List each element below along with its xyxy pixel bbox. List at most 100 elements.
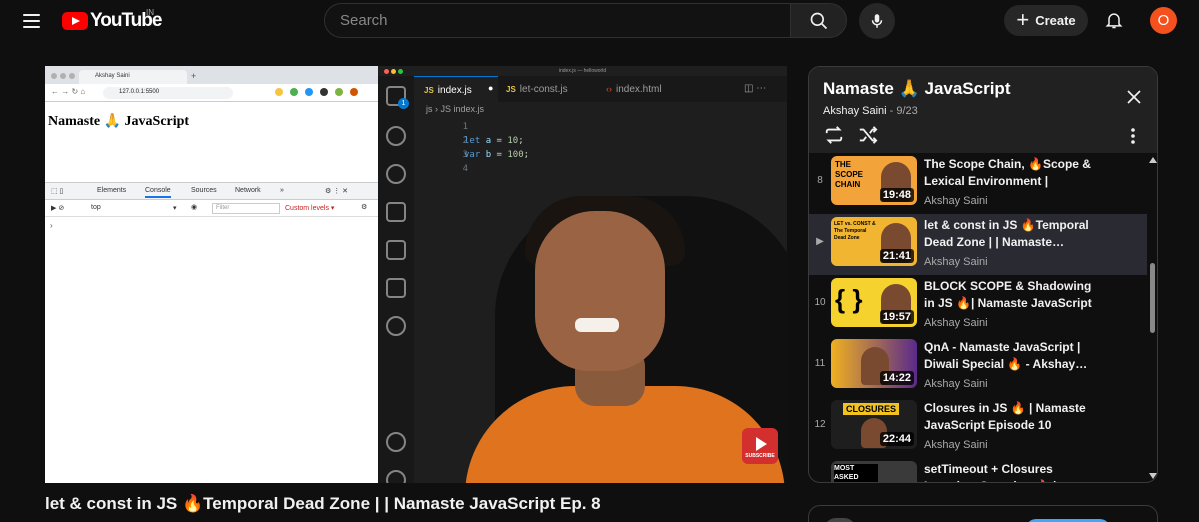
playlist-item-thumbnail[interactable]: LET vs. CONST & The Temporal Dead Zone 2… [831, 217, 917, 266]
html-file-icon: ‹› [606, 84, 612, 94]
playlist-item-title[interactable]: let & const in JS 🔥Temporal Dead Zone | … [924, 217, 1102, 251]
voice-search-button[interactable] [859, 3, 895, 39]
thumbnail-text: MOST ASKED Interview [834, 464, 878, 482]
console-sidebar-icon: ▶ ⊘ [51, 205, 65, 212]
playlist-item-thumbnail[interactable]: MOST ASKED Interview [831, 461, 917, 482]
country-code: IN [146, 8, 154, 17]
search-button[interactable] [790, 3, 847, 38]
playlist-item-thumbnail[interactable]: { } 19:57 [831, 278, 917, 327]
playlist-item-channel: Akshay Saini [924, 317, 988, 329]
thumbnail-text: THE SCOPE CHAIN [835, 160, 864, 189]
eye-icon: ◉ [191, 204, 198, 211]
microphone-icon [871, 14, 883, 28]
line-number: 3 [462, 150, 468, 160]
close-icon[interactable] [1125, 88, 1143, 106]
console-filter: Filter [212, 203, 280, 214]
playlist-item-thumbnail[interactable]: CLOSURES 22:44 [831, 400, 917, 449]
editor-tab: JS index.js ● [414, 76, 498, 102]
playlist-header: Namaste 🙏 JavaScript Akshay Saini - 9/23 [809, 67, 1157, 153]
shuffle-icon[interactable] [857, 125, 879, 145]
playlist-item-title[interactable]: The Scope Chain, 🔥Scope & Lexical Enviro… [924, 156, 1102, 190]
console-levels: Custom levels ▾ [285, 205, 335, 212]
editor-tab-label: index.js [437, 85, 472, 96]
notifications-button[interactable] [1099, 5, 1129, 35]
video-player[interactable]: Akshay Saini + ← → ↻ ⌂ 127.0.0.1:5500 Na… [45, 66, 787, 483]
explorer-badge: 1 [398, 98, 409, 109]
plus-icon: + [1016, 6, 1030, 32]
context-dropdown-icon: ▾ [173, 205, 177, 212]
playlist-item-channel: Akshay Saini [924, 378, 988, 390]
video-duration: 14:22 [879, 371, 914, 385]
scroll-down-icon[interactable] [1149, 473, 1157, 479]
playlist-title[interactable]: Namaste 🙏 JavaScript [823, 79, 1010, 99]
console-context: top [91, 204, 101, 211]
code-line: let a = 10; [464, 136, 524, 146]
window-dot [391, 69, 396, 74]
video-duration: 22:44 [879, 432, 914, 446]
playlist-item-channel: Akshay Saini [924, 195, 988, 207]
window-dot [69, 73, 75, 79]
new-tab-icon: + [191, 71, 197, 81]
playlist-item[interactable]: MOST ASKED Interview setTimeout + Closur… [809, 458, 1147, 482]
devtools-settings-icon: ⚙ ⋮ ✕ [325, 188, 349, 195]
console-settings-icon: ⚙ [361, 204, 368, 211]
playlist-item-index: 10 [814, 297, 826, 308]
source-control-icon [386, 164, 406, 184]
remote-explorer-icon [386, 240, 406, 260]
bell-icon [1105, 13, 1123, 29]
account-avatar[interactable]: O [1150, 7, 1177, 34]
playlist-item-title[interactable]: Closures in JS 🔥 | Namaste JavaScript Ep… [924, 400, 1102, 434]
playlist-item-index: 12 [814, 419, 826, 430]
account-icon [386, 432, 406, 452]
video-browser-window: Akshay Saini + ← → ↻ ⌂ 127.0.0.1:5500 Na… [45, 66, 378, 483]
playlist-item-title[interactable]: QnA - Namaste JavaScript | Diwali Specia… [924, 339, 1102, 373]
playlist-item[interactable]: 12 CLOSURES 22:44 Closures in JS 🔥 | Nam… [809, 397, 1147, 458]
playlist-item-thumbnail[interactable]: 14:22 [831, 339, 917, 388]
devtools-tab: Network [235, 187, 261, 194]
search-icon [386, 126, 406, 146]
playlist-item[interactable]: 8 THE SCOPE CHAIN 19:48 The Scope Chain,… [809, 153, 1147, 214]
search-input[interactable] [324, 3, 791, 38]
playlist-item-title[interactable]: BLOCK SCOPE & Shadowing in JS 🔥| Namaste… [924, 278, 1102, 312]
scroll-up-icon[interactable] [1149, 157, 1157, 163]
editor-activity-bar: 1 [378, 76, 414, 483]
extensions-icon [386, 278, 406, 298]
loop-icon[interactable] [823, 125, 845, 145]
editor-tab: ‹› index.html [606, 76, 696, 102]
line-number: 2 [462, 136, 468, 146]
create-button[interactable]: + Create [1004, 5, 1088, 36]
below-card [808, 505, 1158, 522]
now-playing-icon: ▶ [816, 236, 824, 247]
playlist-item-current[interactable]: ▶ LET vs. CONST & The Temporal Dead Zone… [809, 214, 1147, 275]
nav-arrows-icon: ← → ↻ ⌂ [51, 87, 86, 96]
code-content: let a = 10; var b = 100; [464, 134, 529, 162]
devtools-tab: Console [145, 187, 171, 198]
playlist-owner[interactable]: Akshay Saini [823, 105, 887, 117]
scrollbar-thumb[interactable] [1150, 263, 1155, 333]
playlist-item-title[interactable]: setTimeout + Closures Interview Question… [924, 461, 1102, 482]
extension-icon [335, 88, 343, 96]
playlist-item[interactable]: 11 14:22 QnA - Namaste JavaScript | Diwa… [809, 336, 1147, 397]
devtools-tab: Elements [97, 187, 127, 194]
presenter-mouth [575, 318, 619, 332]
more-options-icon[interactable] [1127, 127, 1139, 145]
youtube-play-icon [62, 12, 88, 30]
thumbnail-text: LET vs. CONST & The Temporal Dead Zone [834, 221, 876, 241]
playlist-item-thumbnail[interactable]: THE SCOPE CHAIN 19:48 [831, 156, 917, 205]
playlist-item[interactable]: 10 { } 19:57 BLOCK SCOPE & Shadowing in … [809, 275, 1147, 336]
playlist-item-channel: Akshay Saini [924, 256, 988, 268]
inspect-icon: ⬚ ▯ [51, 188, 64, 195]
devtools-panel: ⬚ ▯ Elements Console Sources Network » ⚙… [45, 182, 378, 483]
devtools-tab: » [280, 187, 284, 194]
editor-tabs: JS index.js ● JS let-const.js ‹› index.html… [414, 76, 787, 102]
playlist-item-index: 8 [817, 175, 823, 186]
unsaved-dot-icon: ● [488, 83, 494, 93]
extension-icon [350, 88, 358, 96]
video-title: let & const in JS 🔥Temporal Dead Zone | … [45, 494, 601, 513]
create-label: Create [1035, 13, 1076, 28]
split-editor-icon: ◫ ⋯ [744, 83, 767, 94]
window-dot [384, 69, 389, 74]
playlist-scrollbar[interactable] [1148, 153, 1157, 482]
timeline-icon [386, 316, 406, 336]
menu-icon[interactable] [16, 6, 46, 36]
